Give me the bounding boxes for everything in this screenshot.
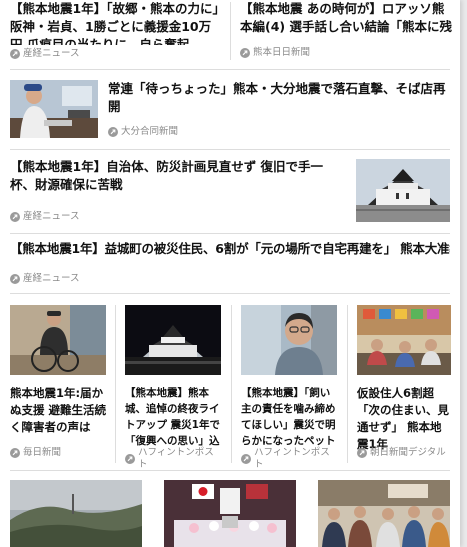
article-source: 熊本日日新聞 — [240, 47, 452, 59]
article-card[interactable]: 【熊本地震1年】「故郷・熊本の力に」阪神・岩貞、1勝ごとに義援金10万円 爪痕目… — [10, 0, 222, 62]
source-label: 産経ニュース — [23, 211, 80, 222]
article-thumbnail[interactable] — [241, 305, 337, 375]
article-source: 朝日新聞デジタル — [357, 447, 446, 459]
source-label: 産経ニュース — [23, 48, 80, 59]
article-source: 産経ニュース — [10, 273, 450, 285]
source-icon — [10, 448, 20, 458]
grid-card[interactable]: 【熊本地震】熊本城、追悼の終夜ライトアップ 震災1年で「復興への思い」込める ハ… — [125, 305, 221, 470]
source-label: 産経ニュース — [23, 273, 80, 284]
source-icon — [125, 454, 135, 464]
grid-card[interactable]: 【熊本地震】「飼い主の責任を噛み締めてほしい」震災で明らかになったペットをめぐる… — [241, 305, 337, 470]
news-feed: 【熊本地震1年】「故郷・熊本の力に」阪神・岩貞、1勝ごとに義援金10万円 爪痕目… — [0, 0, 460, 547]
divider — [10, 233, 450, 234]
source-icon — [10, 274, 20, 284]
source-label: 毎日新聞 — [23, 447, 62, 458]
source-icon — [10, 49, 20, 59]
article-title[interactable]: 仮設住人6割超「次の住まい、見通せず」 熊本地震1年 — [357, 385, 451, 453]
source-label: ハフィントンポスト — [138, 447, 214, 470]
divider — [347, 305, 348, 463]
article-source: 大分合同新聞 — [108, 126, 178, 138]
article-title[interactable]: 【熊本地震】「飼い主の責任を噛み締めてほしい」震災で明らかになったペットをめぐる… — [241, 385, 337, 449]
article-card[interactable]: 【熊本地震1年】自治体、防災計画見直せず 復旧で手一杯、財源確保に苦戦 産経ニュ… — [10, 156, 450, 226]
source-label: 熊本日日新聞 — [253, 47, 311, 58]
grid-card[interactable]: 熊本地震1年:届かぬ支援 避難生活続く障害者の声は 毎日新聞 — [10, 305, 106, 463]
article-thumbnail[interactable] — [164, 480, 296, 547]
article-title[interactable]: 【熊本地震1年】益城町の被災住民、6割が「元の場所で自宅再建を」 熊本大准教授ら… — [10, 240, 450, 258]
article-source: ハフィントンポスト — [241, 447, 337, 471]
source-label: 大分合同新聞 — [121, 126, 179, 137]
article-title[interactable]: 【熊本地震 あの時何が】ロアッソ熊本編(4) 選手話し合い結論「熊本に残って戦う… — [240, 0, 452, 36]
article-thumbnail[interactable] — [357, 305, 451, 375]
source-label: 朝日新聞デジタル — [370, 447, 446, 458]
article-title[interactable]: 常連「待っちょった」熊本・大分地震で落石直撃、そば店再開 — [108, 80, 448, 116]
article-thumbnail[interactable] — [356, 159, 450, 222]
article-thumbnail[interactable] — [10, 305, 106, 375]
source-label: ハフィントンポスト — [254, 447, 330, 470]
article-card[interactable]: 常連「待っちょった」熊本・大分地震で落石直撃、そば店再開 大分合同新聞 — [10, 78, 450, 142]
article-card[interactable]: 【熊本地震 あの時何が】ロアッソ熊本編(4) 選手話し合い結論「熊本に残って戦う… — [240, 0, 452, 62]
article-source: 産経ニュース — [10, 211, 80, 223]
article-source: ハフィントンポスト — [125, 447, 221, 471]
source-icon — [10, 212, 20, 222]
grid-card[interactable]: 仮設住人6割超「次の住まい、見通せず」 熊本地震1年 朝日新聞デジタル — [357, 305, 451, 463]
article-title[interactable]: 【熊本地震1年】自治体、防災計画見直せず 復旧で手一杯、財源確保に苦戦 — [10, 158, 340, 194]
source-icon — [108, 127, 118, 137]
divider — [10, 293, 450, 294]
article-thumbnail[interactable] — [10, 80, 98, 138]
divider — [231, 305, 232, 463]
article-title[interactable]: 【熊本地震】熊本城、追悼の終夜ライトアップ 震災1年で「復興への思い」込める — [125, 385, 221, 449]
source-icon — [357, 448, 367, 458]
article-card[interactable]: 【熊本地震1年】益城町の被災住民、6割が「元の場所で自宅再建を」 熊本大准教授ら… — [10, 240, 450, 290]
article-thumbnail[interactable] — [10, 480, 142, 547]
article-thumbnail[interactable] — [318, 480, 450, 547]
divider — [10, 69, 450, 70]
article-title[interactable]: 【熊本地震1年】「故郷・熊本の力に」阪神・岩貞、1勝ごとに義援金10万円 爪痕目… — [10, 0, 222, 45]
divider — [230, 2, 231, 60]
article-title[interactable]: 熊本地震1年:届かぬ支援 避難生活続く障害者の声は — [10, 385, 106, 436]
article-thumbnail[interactable] — [125, 305, 221, 375]
article-source: 毎日新聞 — [10, 447, 61, 459]
article-source: 産経ニュース — [10, 48, 222, 60]
source-icon — [240, 48, 250, 58]
divider — [10, 470, 450, 471]
divider — [115, 305, 116, 463]
source-icon — [241, 454, 251, 464]
divider — [10, 149, 450, 150]
